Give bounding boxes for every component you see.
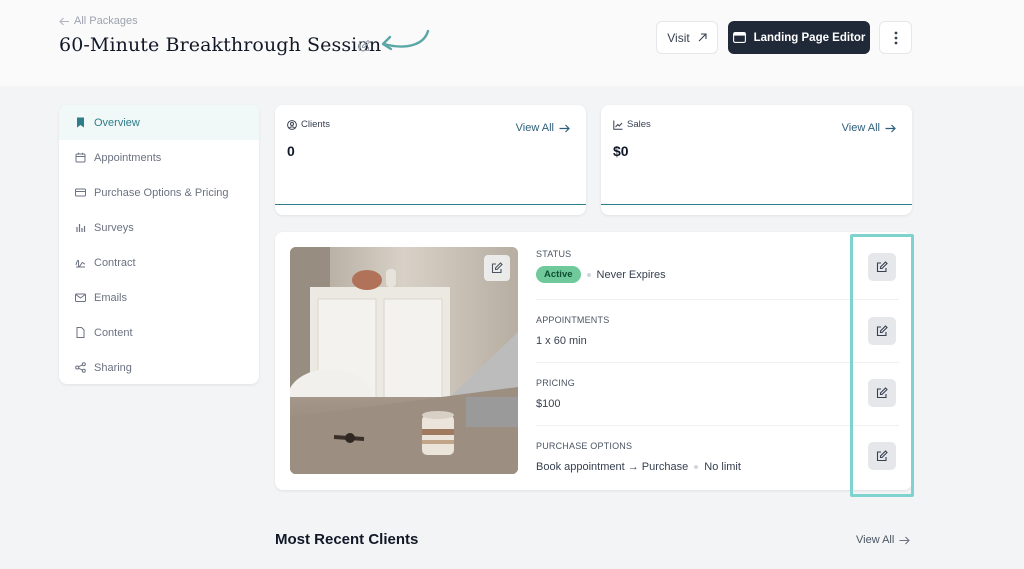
sidebar-item-label: Surveys bbox=[94, 221, 134, 234]
sidebar-item-label: Purchase Options & Pricing bbox=[94, 186, 229, 199]
highlight-annotation-box bbox=[850, 234, 914, 497]
edit-icon bbox=[491, 262, 503, 274]
clients-sparkline bbox=[275, 204, 586, 205]
calendar-icon bbox=[75, 152, 86, 163]
purchase-flow-text: Book appointment → Purchase bbox=[536, 461, 689, 473]
clients-label: Clients bbox=[287, 119, 330, 130]
arrow-right-icon bbox=[899, 536, 911, 544]
pricing-value: $100 bbox=[536, 398, 561, 410]
pricing-label: PRICING bbox=[536, 378, 575, 388]
file-icon bbox=[76, 327, 85, 338]
sidebar-item-appointments[interactable]: Appointments bbox=[59, 140, 259, 175]
signature-icon bbox=[75, 259, 86, 268]
appointments-row: APPOINTMENTS 1 x 60 min bbox=[536, 300, 899, 363]
sidebar-item-content[interactable]: Content bbox=[59, 315, 259, 350]
appointments-value: 1 x 60 min bbox=[536, 335, 587, 347]
user-circle-icon bbox=[287, 119, 297, 130]
package-cover-image bbox=[290, 247, 518, 474]
sales-view-all-label: View All bbox=[841, 122, 880, 134]
sidebar-item-sharing[interactable]: Sharing bbox=[59, 350, 259, 384]
separator-dot bbox=[694, 465, 699, 469]
recent-clients-view-all-link[interactable]: View All bbox=[856, 534, 911, 546]
trend-chart-icon bbox=[613, 120, 623, 130]
sidebar-item-label: Contract bbox=[94, 256, 136, 269]
sidebar-item-surveys[interactable]: Surveys bbox=[59, 210, 259, 245]
separator-dot bbox=[586, 272, 591, 277]
sidebar-item-emails[interactable]: Emails bbox=[59, 280, 259, 315]
edit-image-button[interactable] bbox=[484, 255, 510, 281]
edit-title-icon[interactable] bbox=[357, 39, 371, 53]
more-options-button[interactable] bbox=[879, 21, 912, 54]
bar-chart-icon bbox=[76, 224, 86, 232]
purchase-options-label: PURCHASE OPTIONS bbox=[536, 441, 633, 451]
clients-label-text: Clients bbox=[301, 119, 331, 130]
sidebar-item-label: Overview bbox=[94, 116, 140, 129]
external-arrow-icon bbox=[698, 33, 707, 42]
back-link[interactable]: All Packages bbox=[59, 15, 138, 27]
page-title: 60-Minute Breakthrough Session bbox=[59, 34, 382, 56]
sidebar-item-label: Emails bbox=[94, 291, 128, 304]
recent-clients-view-all-label: View All bbox=[856, 534, 895, 546]
visit-button-label: Visit bbox=[667, 30, 690, 45]
purchase-options-value: Book appointment → Purchase No limit bbox=[536, 461, 741, 473]
cover-photo-illustration bbox=[290, 247, 518, 474]
sidebar-item-purchase-options[interactable]: Purchase Options & Pricing bbox=[59, 175, 259, 210]
sales-card: Sales $0 View All bbox=[601, 105, 912, 215]
package-details-card: STATUS Active Never Expires APPOINTMENTS… bbox=[275, 232, 912, 490]
pricing-row: PRICING $100 bbox=[536, 363, 899, 426]
purchase-options-row: PURCHASE OPTIONS Book appointment → Purc… bbox=[536, 426, 899, 489]
status-label: STATUS bbox=[536, 249, 572, 259]
page-header: All Packages 60-Minute Breakthrough Sess… bbox=[0, 0, 1024, 86]
mail-icon bbox=[75, 293, 86, 302]
sales-label: Sales bbox=[613, 119, 651, 130]
browser-window-icon bbox=[732, 32, 746, 43]
appointments-label: APPOINTMENTS bbox=[536, 315, 610, 325]
arrow-right-icon bbox=[559, 124, 570, 132]
sales-label-text: Sales bbox=[627, 119, 651, 130]
recent-clients-title: Most Recent Clients bbox=[275, 531, 419, 548]
landing-page-editor-label: Landing Page Editor bbox=[753, 31, 866, 44]
sidebar-item-label: Appointments bbox=[94, 151, 162, 164]
status-value: Active Never Expires bbox=[536, 266, 666, 283]
sidebar-item-label: Sharing bbox=[94, 361, 132, 374]
sidebar-item-overview[interactable]: Overview bbox=[59, 105, 259, 140]
clients-card: Clients 0 View All bbox=[275, 105, 586, 215]
sales-amount: $0 bbox=[613, 143, 629, 159]
more-vertical-icon bbox=[894, 31, 897, 44]
annotation-arrow-icon bbox=[381, 29, 430, 51]
arrow-right-icon bbox=[885, 124, 896, 132]
sidebar-item-label: Content bbox=[94, 326, 133, 339]
back-link-label: All Packages bbox=[74, 15, 138, 27]
landing-page-editor-button[interactable]: Landing Page Editor bbox=[728, 21, 870, 54]
sales-view-all-link[interactable]: View All bbox=[842, 122, 896, 134]
share-icon bbox=[75, 362, 86, 373]
purchase-limit-text: No limit bbox=[704, 461, 741, 473]
clients-count: 0 bbox=[287, 143, 295, 159]
status-badge: Active bbox=[536, 266, 581, 283]
status-row: STATUS Active Never Expires bbox=[536, 232, 899, 300]
sidebar-item-contract[interactable]: Contract bbox=[59, 245, 259, 280]
visit-button[interactable]: Visit bbox=[656, 21, 718, 54]
clients-view-all-link[interactable]: View All bbox=[516, 122, 570, 134]
package-detail-rows: STATUS Active Never Expires APPOINTMENTS… bbox=[536, 232, 899, 489]
clients-view-all-label: View All bbox=[515, 122, 554, 134]
credit-card-icon bbox=[75, 188, 86, 197]
bookmark-icon bbox=[77, 117, 84, 128]
sales-sparkline bbox=[601, 204, 912, 205]
sidebar: Overview Appointments Purchase Options &… bbox=[59, 105, 259, 384]
expiry-text: Never Expires bbox=[596, 268, 666, 281]
arrow-left-icon bbox=[59, 17, 69, 25]
